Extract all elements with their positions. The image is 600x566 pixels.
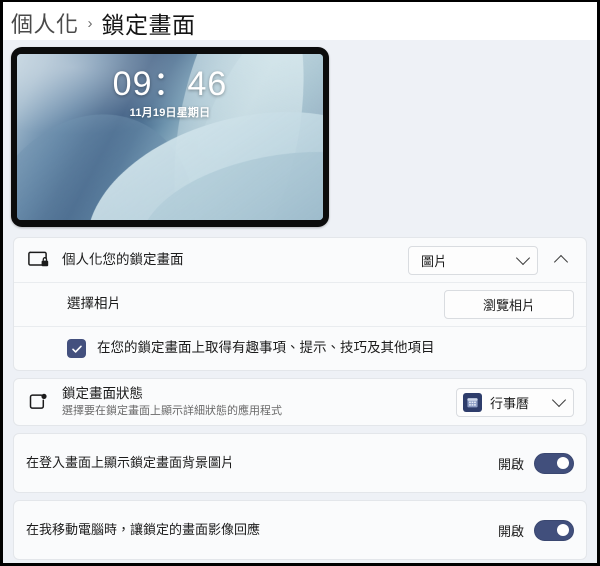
personalize-card: 個人化您的鎖定畫面 圖片 選擇相片 瀏覽相片 在您的鎖定畫面上取得有趣事項、提示… <box>13 237 587 371</box>
personalize-title: 個人化您的鎖定畫面 <box>62 251 184 267</box>
motion-response-row[interactable]: 在我移動電腦時，讓鎖定的畫面影像回應 開啟 <box>14 501 586 559</box>
status-app-dropdown-value: 行事曆 <box>490 395 530 411</box>
lock-screen-preview[interactable]: 09：46 11月19日星期日 <box>17 54 323 220</box>
signin-background-controls: 開啟 <box>497 452 574 474</box>
signin-background-text: 在登入畫面上顯示鎖定畫面背景圖片 <box>26 454 486 472</box>
breadcrumb-parent-link[interactable]: 個人化 <box>11 7 79 39</box>
lock-screen-status-title: 鎖定畫面狀態 <box>62 386 143 401</box>
calendar-app-icon <box>463 392 482 412</box>
fun-facts-checkbox[interactable] <box>67 339 86 358</box>
breadcrumb: 個人化 › 鎖定畫面 <box>3 2 597 40</box>
motion-response-text: 在我移動電腦時，讓鎖定的畫面影像回應 <box>26 521 486 539</box>
page-title: 鎖定畫面 <box>101 12 196 38</box>
expander-collapse-button[interactable] <box>548 247 574 273</box>
motion-response-toggle[interactable] <box>534 519 574 541</box>
chevron-up-icon <box>553 254 569 270</box>
chevron-down-icon <box>515 250 531 266</box>
motion-response-state-label: 開啟 <box>497 523 524 539</box>
settings-page: 個人化 › 鎖定畫面 09：46 11月19日星期日 個人化您的鎖定畫面 圖片 … <box>0 0 600 566</box>
choose-photo-title: 選擇相片 <box>67 296 121 312</box>
motion-response-card: 在我移動電腦時，讓鎖定的畫面影像回應 開啟 <box>13 500 587 561</box>
personalize-dropdown[interactable]: 圖片 <box>408 245 538 275</box>
lock-screen-status-row[interactable]: 鎖定畫面狀態 選擇要在鎖定畫面上顯示詳細狀態的應用程式 行事曆 <box>14 379 586 425</box>
toggle-knob <box>557 457 569 470</box>
choose-photo-controls: 瀏覽相片 <box>444 290 574 319</box>
browse-photos-button[interactable]: 瀏覽相片 <box>444 290 574 319</box>
lock-screen-status-controls: 行事曆 <box>456 387 574 417</box>
signin-background-card: 在登入畫面上顯示鎖定畫面背景圖片 開啟 <box>13 433 587 494</box>
breadcrumb-separator-icon: › <box>87 14 93 32</box>
lock-screen-status-icon <box>26 390 50 414</box>
chevron-down-icon <box>551 392 567 408</box>
lock-screen-status-text: 鎖定畫面狀態 選擇要在鎖定畫面上顯示詳細狀態的應用程式 <box>62 385 444 419</box>
fun-facts-checkbox-group[interactable]: 在您的鎖定畫面上取得有趣事項、提示、技巧及其他項目 <box>67 339 435 358</box>
signin-background-title: 在登入畫面上顯示鎖定畫面背景圖片 <box>26 455 235 471</box>
fun-facts-row[interactable]: 在您的鎖定畫面上取得有趣事項、提示、技巧及其他項目 <box>14 326 586 370</box>
lock-screen-status-card: 鎖定畫面狀態 選擇要在鎖定畫面上顯示詳細狀態的應用程式 行事曆 <box>13 378 587 427</box>
motion-response-controls: 開啟 <box>497 519 574 541</box>
choose-photo-row: 選擇相片 瀏覽相片 <box>14 282 586 326</box>
lock-screen-icon <box>26 248 50 272</box>
personalize-dropdown-value: 圖片 <box>421 253 448 269</box>
settings-list: 個人化您的鎖定畫面 圖片 選擇相片 瀏覽相片 在您的鎖定畫面上取得有趣事項、提示… <box>3 227 597 561</box>
lock-screen-status-subtitle: 選擇要在鎖定畫面上顯示詳細狀態的應用程式 <box>62 405 282 418</box>
preview-date: 11月19日星期日 <box>129 106 211 119</box>
personalize-text: 個人化您的鎖定畫面 <box>62 251 396 269</box>
preview-time: 09：46 <box>112 65 228 103</box>
signin-background-toggle[interactable] <box>534 452 574 474</box>
fun-facts-label: 在您的鎖定畫面上取得有趣事項、提示、技巧及其他項目 <box>97 340 435 356</box>
signin-background-row[interactable]: 在登入畫面上顯示鎖定畫面背景圖片 開啟 <box>14 434 586 492</box>
toggle-knob <box>557 524 569 537</box>
signin-background-state-label: 開啟 <box>497 456 524 472</box>
personalize-controls: 圖片 <box>408 245 574 275</box>
check-icon <box>71 345 82 353</box>
motion-response-title: 在我移動電腦時，讓鎖定的畫面影像回應 <box>26 522 261 538</box>
status-app-value-group: 行事曆 <box>463 392 530 412</box>
choose-photo-text: 選擇相片 <box>67 295 432 313</box>
preview-clock: 09：46 11月19日星期日 <box>17 65 323 120</box>
device-bezel: 09：46 11月19日星期日 <box>11 47 329 227</box>
personalize-row[interactable]: 個人化您的鎖定畫面 圖片 <box>14 238 586 282</box>
lock-screen-preview-area: 09：46 11月19日星期日 <box>3 40 597 227</box>
status-app-dropdown[interactable]: 行事曆 <box>456 387 574 417</box>
